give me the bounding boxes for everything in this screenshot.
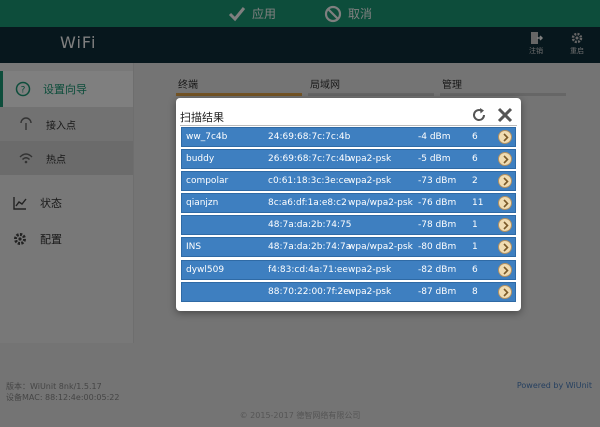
channel-cell: 6 (472, 132, 478, 142)
channel-cell: 1 (472, 242, 478, 253)
select-arrow-button[interactable] (498, 152, 512, 167)
select-arrow-button[interactable] (498, 196, 512, 211)
signal-cell: -4 dBm (418, 132, 451, 142)
select-arrow-button[interactable] (498, 240, 512, 255)
select-arrow-button[interactable] (498, 130, 512, 144)
select-arrow-button[interactable] (498, 284, 512, 299)
table-row[interactable]: dywl509 f4:83:cd:4a:71:ee wpa2-psk -82 d… (181, 259, 516, 280)
channel-cell: 6 (472, 154, 478, 165)
signal-cell: -73 dBm (418, 176, 457, 187)
close-icon[interactable] (497, 107, 513, 123)
ssid-cell: compolar (186, 176, 229, 187)
channel-cell: 1 (472, 220, 478, 231)
chevron-right-icon (503, 155, 509, 164)
table-row[interactable]: qianjzn 8c:a6:df:1a:e8:c2 wpa/wpa2-psk -… (181, 193, 516, 214)
signal-cell: -76 dBm (418, 198, 457, 209)
mac-cell: c0:61:18:3c:3e:ce (268, 176, 350, 187)
chevron-right-icon (503, 221, 509, 230)
table-row[interactable]: buddy 26:69:68:7c:7c:4b wpa2-psk -5 dBm … (181, 149, 516, 170)
security-cell: wpa/wpa2-psk (348, 198, 413, 209)
channel-cell: 8 (472, 286, 478, 297)
mac-cell: 88:70:22:00:7f:2e (268, 286, 349, 297)
mac-cell: f4:83:cd:4a:71:ee (268, 264, 348, 275)
channel-cell: 6 (472, 264, 478, 275)
select-arrow-button[interactable] (498, 218, 512, 233)
chevron-right-icon (503, 243, 509, 253)
signal-cell: -87 dBm (418, 286, 457, 297)
table-row[interactable]: ww_7c4b 24:69:68:7c:7c:4b -4 dBm 6 (181, 127, 516, 147)
signal-cell: -5 dBm (418, 154, 451, 165)
channel-cell: 11 (472, 198, 484, 209)
mac-cell: 24:69:68:7c:7c:4b (268, 132, 351, 142)
dialog-title: 扫描结果 (180, 111, 224, 124)
signal-cell: -82 dBm (418, 264, 457, 275)
security-cell: wpa2-psk (348, 154, 392, 165)
mac-cell: 8c:a6:df:1a:e8:c2 (268, 198, 347, 209)
table-row[interactable]: compolar c0:61:18:3c:3e:ce wpa2-psk -73 … (181, 171, 516, 192)
chevron-right-icon (503, 265, 509, 275)
security-cell: wpa2-psk (348, 264, 392, 275)
security-cell: wpa2-psk (348, 176, 392, 187)
scan-results-dialog: 扫描结果 ww_7c4b 24:69:68:7c:7c:4b -4 dBm 6 … (176, 98, 521, 311)
scan-results-list: ww_7c4b 24:69:68:7c:7c:4b -4 dBm 6 buddy… (181, 127, 516, 304)
ssid-cell: buddy (186, 154, 215, 165)
dialog-divider (180, 125, 517, 126)
security-cell: wpa/wpa2-psk (348, 242, 413, 253)
ssid-cell: INS (186, 242, 202, 253)
ssid-cell: qianjzn (186, 198, 219, 209)
security-cell: wpa2-psk (348, 286, 392, 297)
ssid-cell: ww_7c4b (186, 132, 228, 142)
signal-cell: -80 dBm (418, 242, 457, 253)
table-row[interactable]: INS 48:7a:da:2b:74:7a wpa/wpa2-psk -80 d… (181, 237, 516, 258)
channel-cell: 2 (472, 176, 478, 187)
ssid-cell: dywl509 (186, 264, 225, 275)
mac-cell: 48:7a:da:2b:74:75 (268, 220, 352, 231)
chevron-right-icon (503, 288, 509, 297)
signal-cell: -78 dBm (418, 220, 457, 231)
select-arrow-button[interactable] (498, 174, 512, 189)
chevron-right-icon (503, 199, 509, 208)
select-arrow-button[interactable] (498, 262, 512, 277)
mac-cell: 26:69:68:7c:7c:4b (268, 154, 351, 165)
refresh-icon[interactable] (471, 107, 487, 123)
table-row[interactable]: 88:70:22:00:7f:2e wpa2-psk -87 dBm 8 (181, 281, 516, 302)
chevron-right-icon (503, 133, 509, 142)
chevron-right-icon (503, 177, 509, 186)
mac-cell: 48:7a:da:2b:74:7a (268, 242, 352, 253)
table-row[interactable]: 48:7a:da:2b:74:75 -78 dBm 1 (181, 215, 516, 236)
